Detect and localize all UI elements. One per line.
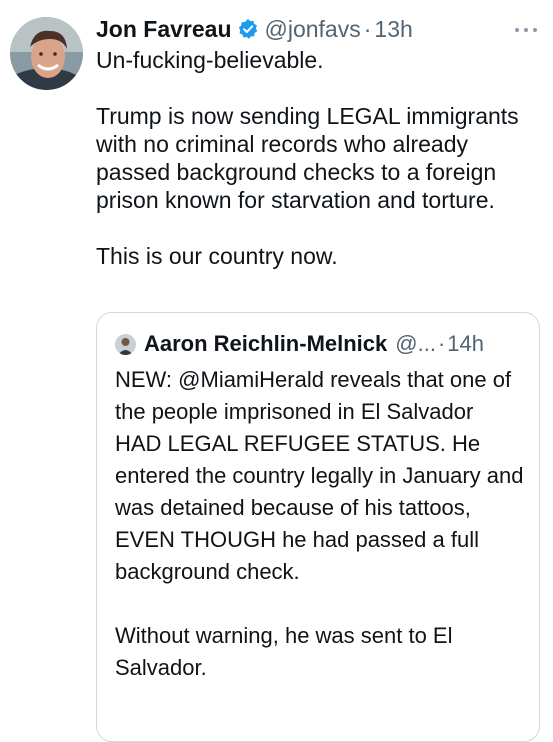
author-avatar[interactable] — [10, 17, 83, 90]
tweet-timestamp[interactable]: 13h — [374, 16, 412, 43]
quoted-paragraph: Without warning, he was sent to El Salva… — [115, 623, 453, 680]
tweet-paragraph: Un-fucking-believable. — [96, 47, 324, 73]
verified-badge-icon — [237, 18, 259, 40]
header-separator: · — [363, 15, 372, 42]
quoted-author-avatar — [115, 333, 136, 355]
tweet-header: Jon Favreau @jonfavs · 13h — [96, 11, 413, 47]
quoted-timestamp[interactable]: 14h — [447, 331, 484, 357]
quoted-paragraph: NEW: @MiamiHerald reveals that one of th… — [115, 367, 524, 584]
quoted-tweet[interactable]: Aaron Reichlin-Melnick @... · 14h NEW: @… — [96, 312, 540, 742]
tweet-paragraph: This is our country now. — [96, 243, 338, 269]
quoted-tweet-header: Aaron Reichlin-Melnick @... · 14h — [115, 329, 484, 359]
quoted-author-handle[interactable]: @... — [395, 331, 436, 357]
quoted-header-separator: · — [437, 331, 446, 356]
author-name[interactable]: Jon Favreau — [96, 16, 232, 43]
tweet[interactable]: Jon Favreau @jonfavs · 13h Un-fucking-be… — [0, 0, 553, 742]
tweet-paragraph: Trump is now sending LEGAL immigrants wi… — [96, 103, 519, 213]
quoted-tweet-text: NEW: @MiamiHerald reveals that one of th… — [115, 364, 525, 684]
more-horizontal-icon[interactable] — [513, 22, 539, 32]
tweet-text: Un-fucking-believable. Trump is now send… — [96, 46, 546, 270]
author-handle[interactable]: @jonfavs — [265, 16, 361, 43]
quoted-author-name[interactable]: Aaron Reichlin-Melnick — [144, 331, 387, 357]
profile-photo-icon — [10, 17, 83, 90]
